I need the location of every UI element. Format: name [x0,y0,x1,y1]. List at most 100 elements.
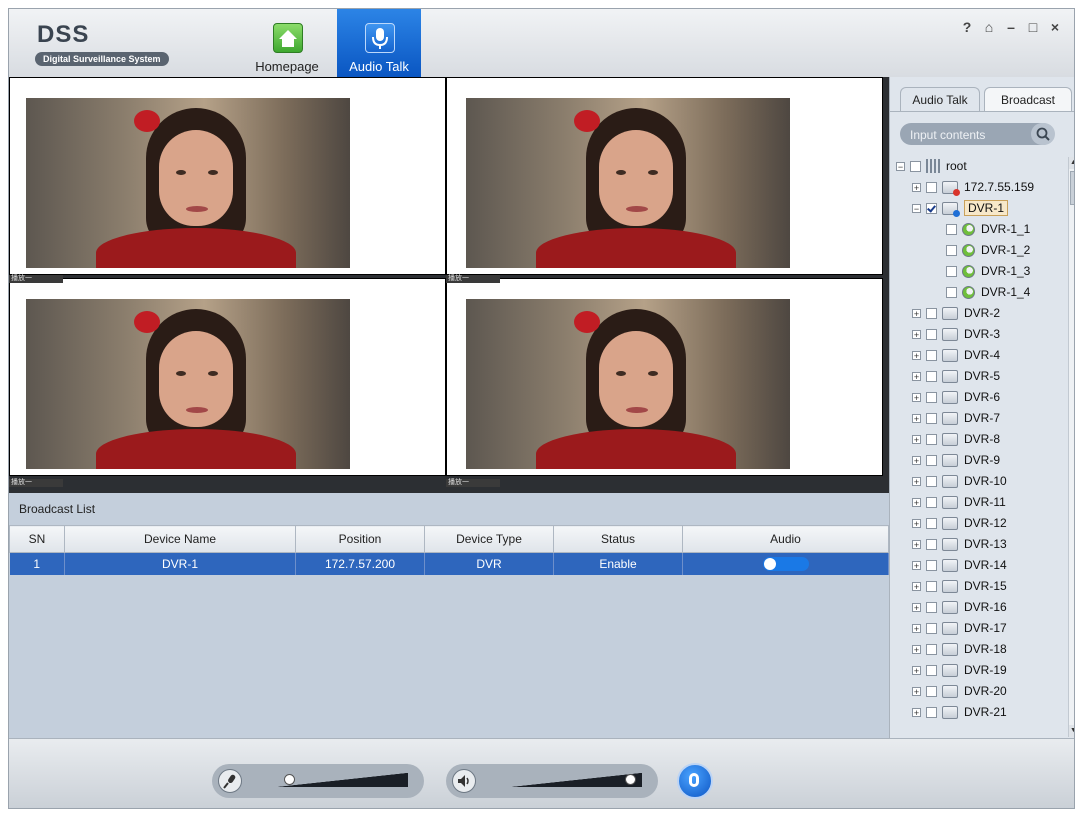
search-input[interactable] [908,126,1032,144]
expand-icon[interactable]: + [912,623,921,633]
video-window-2[interactable] [446,77,883,275]
tree-node[interactable]: − root [896,157,967,175]
tree-scrollbar[interactable]: ▲ ▼ [1068,157,1074,737]
talk-button[interactable] [677,763,713,799]
tree-node[interactable]: + DVR-6 [912,388,1000,406]
tree-node[interactable]: − DVR-1 [912,199,1009,217]
tree-checkbox[interactable] [926,559,937,571]
scroll-up-icon[interactable]: ▲ [1069,157,1074,169]
tree-node[interactable]: + DVR-5 [912,367,1000,385]
column-header[interactable]: Device Type [424,525,554,553]
tree-checkbox[interactable] [926,370,937,382]
tree-node[interactable]: + DVR-7 [912,409,1000,427]
column-header[interactable]: Device Name [64,525,296,553]
tree-checkbox[interactable] [926,475,937,487]
speaker-volume-track[interactable] [512,773,642,787]
expand-icon[interactable]: + [912,602,921,612]
tree-node[interactable]: + DVR-11 [912,493,1006,511]
tree-node[interactable]: DVR-1_2 [946,241,1030,259]
speaker-volume-thumb[interactable] [625,774,637,785]
collapse-icon[interactable]: − [896,161,905,171]
audio-toggle[interactable] [762,557,809,572]
tree-node[interactable]: + DVR-3 [912,325,1000,343]
mic-volume-thumb[interactable] [283,774,295,785]
tree-node[interactable]: + DVR-2 [912,304,1000,322]
tree-checkbox[interactable] [926,181,937,193]
tree-checkbox[interactable] [926,685,937,697]
scroll-thumb[interactable] [1070,171,1074,205]
tree-node[interactable]: + DVR-10 [912,472,1007,490]
tree-node[interactable]: + DVR-13 [912,535,1007,553]
expand-icon[interactable]: + [912,182,921,192]
speaker-icon[interactable] [452,769,476,793]
nav-audio-talk-button[interactable]: Audio Talk [337,9,421,77]
expand-icon[interactable]: + [912,539,921,549]
tree-checkbox[interactable] [926,433,937,445]
expand-icon[interactable]: + [912,686,921,696]
tree-checkbox[interactable] [926,202,937,214]
expand-icon[interactable]: + [912,392,921,402]
tree-checkbox[interactable] [926,454,937,466]
video-window-1[interactable] [9,77,446,275]
video-window-4[interactable] [446,278,883,476]
tree-node[interactable]: + DVR-21 [912,703,1007,721]
tree-checkbox[interactable] [926,328,937,340]
expand-icon[interactable]: + [912,434,921,444]
expand-icon[interactable]: + [912,518,921,528]
tree-checkbox[interactable] [926,412,937,424]
tree-checkbox[interactable] [926,664,937,676]
tree-node[interactable]: + DVR-14 [912,556,1007,574]
tree-checkbox[interactable] [926,307,937,319]
expand-icon[interactable]: + [912,350,921,360]
video-window-3[interactable] [9,278,446,476]
tree-checkbox[interactable] [926,496,937,508]
expand-icon[interactable]: + [912,476,921,486]
tree-checkbox[interactable] [946,223,957,235]
tree-checkbox[interactable] [946,265,957,277]
expand-icon[interactable]: + [912,497,921,507]
tree-node[interactable]: DVR-1_1 [946,220,1030,238]
nav-homepage-button[interactable]: Homepage [245,9,329,77]
tree-node[interactable]: + DVR-4 [912,346,1000,364]
tree-node[interactable]: + DVR-18 [912,640,1007,658]
tree-checkbox[interactable] [926,622,937,634]
tree-checkbox[interactable] [926,601,937,613]
expand-icon[interactable]: + [912,455,921,465]
tree-checkbox[interactable] [926,349,937,361]
scroll-down-icon[interactable]: ▼ [1069,725,1074,737]
tree-node[interactable]: + DVR-12 [912,514,1007,532]
expand-icon[interactable]: + [912,665,921,675]
expand-icon[interactable]: + [912,371,921,381]
collapse-icon[interactable]: − [912,203,921,213]
tree-node[interactable]: DVR-1_3 [946,262,1030,280]
tree-node[interactable]: + DVR-17 [912,619,1007,637]
tree-checkbox[interactable] [946,286,957,298]
tree-node[interactable]: DVR-1_4 [946,283,1030,301]
tab-broadcast[interactable]: Broadcast [984,87,1072,112]
column-header[interactable]: Status [553,525,683,553]
close-button[interactable]: × [1047,19,1063,35]
minimize-button[interactable]: – [1003,19,1019,35]
tree-node[interactable]: +172.7.55.159 [912,178,1034,196]
expand-icon[interactable]: + [912,560,921,570]
tree-node[interactable]: + DVR-19 [912,661,1007,679]
tree-node[interactable]: + DVR-8 [912,430,1000,448]
expand-icon[interactable]: + [912,644,921,654]
tree-node[interactable]: + DVR-9 [912,451,1000,469]
tree-checkbox[interactable] [926,706,937,718]
expand-icon[interactable]: + [912,581,921,591]
help-button[interactable]: ? [959,19,975,35]
tree-checkbox[interactable] [946,244,957,256]
tree-node[interactable]: + DVR-16 [912,598,1007,616]
tree-node[interactable]: + DVR-20 [912,682,1007,700]
tree-checkbox[interactable] [926,391,937,403]
column-header[interactable]: Audio [682,525,889,553]
maximize-button[interactable]: □ [1025,19,1041,35]
expand-icon[interactable]: + [912,329,921,339]
tree-checkbox[interactable] [926,643,937,655]
lock-button[interactable]: ⌂ [981,19,997,35]
tree-checkbox[interactable] [926,538,937,550]
tree-checkbox[interactable] [926,517,937,529]
column-header[interactable]: Position [295,525,425,553]
microphone-icon[interactable] [218,769,242,793]
